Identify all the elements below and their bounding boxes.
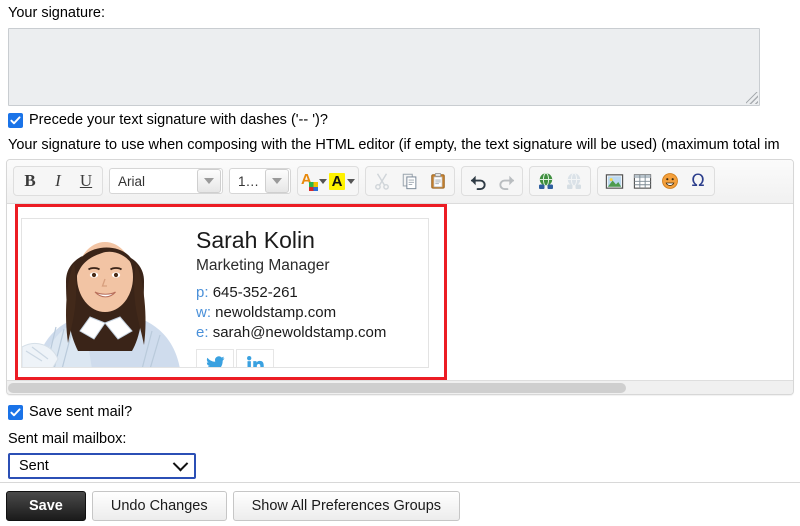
highlight-color-button[interactable]: A bbox=[328, 168, 356, 194]
unlink-icon[interactable] bbox=[561, 168, 587, 194]
save-button[interactable]: Save bbox=[6, 491, 86, 521]
email-key: e: bbox=[196, 324, 209, 341]
font-family-dropdown[interactable]: Arial bbox=[109, 168, 223, 194]
color-swatch-icon-2 bbox=[309, 182, 318, 187]
signature-label: Your signature: bbox=[8, 5, 106, 21]
signature-name: Sarah Kolin bbox=[196, 227, 315, 253]
insert-image-icon[interactable] bbox=[601, 168, 627, 194]
undo-changes-button[interactable]: Undo Changes bbox=[91, 491, 227, 521]
copy-icon[interactable] bbox=[397, 168, 423, 194]
checkbox-checked-icon[interactable] bbox=[8, 112, 23, 128]
insert-table-icon[interactable] bbox=[629, 168, 655, 194]
twitter-icon[interactable] bbox=[196, 349, 234, 367]
html-editor: B I U Arial 1… A A Ω Sarah Kolin Marketi… bbox=[6, 159, 794, 395]
undo-icon[interactable] bbox=[465, 168, 491, 194]
save-sent-mail-checkbox-row[interactable]: Save sent mail? bbox=[0, 395, 800, 424]
chevron-down-icon[interactable] bbox=[319, 178, 327, 184]
editor-toolbar: B I U Arial 1… A A Ω bbox=[7, 160, 793, 204]
linkedin-icon[interactable] bbox=[236, 349, 274, 367]
chevron-down-icon[interactable] bbox=[172, 455, 189, 471]
editor-horizontal-scrollbar[interactable] bbox=[7, 380, 793, 394]
editor-content-area[interactable]: Sarah Kolin Marketing Manager p: 645-352… bbox=[7, 204, 793, 380]
save-sent-mail-label: Save sent mail? bbox=[29, 404, 133, 420]
underline-button[interactable]: U bbox=[73, 168, 99, 194]
signature-details: Sarah Kolin Marketing Manager p: 645-352… bbox=[188, 219, 428, 367]
sent-mailbox-label: Sent mail mailbox: bbox=[8, 431, 127, 447]
signature-social-links bbox=[196, 349, 428, 367]
bold-button[interactable]: B bbox=[17, 168, 43, 194]
toolbar-group-color: A A bbox=[297, 166, 359, 196]
toolbar-group-clipboard bbox=[365, 166, 455, 196]
font-size-value: 1… bbox=[238, 173, 260, 189]
dashes-checkbox-row[interactable]: Precede your text signature with dashes … bbox=[0, 106, 800, 132]
web-key: w: bbox=[196, 304, 211, 321]
form-actions: Save Undo Changes Show All Preferences G… bbox=[0, 482, 800, 526]
toolbar-group-history bbox=[461, 166, 523, 196]
toolbar-group-insert: Ω bbox=[597, 166, 715, 196]
font-family-value: Arial bbox=[118, 173, 146, 189]
phone-value: 645-352-261 bbox=[212, 284, 298, 301]
resize-grip-icon[interactable] bbox=[746, 92, 758, 104]
html-signature-label: Your signature to use when composing wit… bbox=[8, 137, 780, 153]
redo-icon[interactable] bbox=[493, 168, 519, 194]
phone-key: p: bbox=[196, 284, 209, 301]
chevron-down-icon[interactable] bbox=[347, 178, 356, 184]
chevron-down-icon[interactable] bbox=[265, 169, 289, 193]
cut-icon[interactable] bbox=[369, 168, 395, 194]
highlight-glyph: A bbox=[328, 172, 346, 190]
signature-textarea[interactable] bbox=[8, 28, 760, 106]
insert-emoji-icon[interactable] bbox=[657, 168, 683, 194]
toolbar-group-link bbox=[529, 166, 591, 196]
insert-link-icon[interactable] bbox=[533, 168, 559, 194]
italic-button[interactable]: I bbox=[45, 168, 71, 194]
signature-contact-block: p: 645-352-261 w: newoldstamp.com e: sar… bbox=[196, 283, 428, 343]
checkbox-checked-icon[interactable] bbox=[8, 404, 23, 420]
show-all-preferences-button[interactable]: Show All Preferences Groups bbox=[232, 491, 461, 521]
signature-web-line: w: newoldstamp.com bbox=[196, 303, 428, 323]
signature-email-line: e: sarah@newoldstamp.com bbox=[196, 323, 428, 343]
signature-title: Marketing Manager bbox=[196, 257, 330, 274]
font-size-dropdown[interactable]: 1… bbox=[229, 168, 291, 194]
signature-preview-card[interactable]: Sarah Kolin Marketing Manager p: 645-352… bbox=[21, 218, 429, 368]
signature-phone-line: p: 645-352-261 bbox=[196, 283, 428, 303]
sent-mailbox-value: Sent bbox=[19, 458, 49, 474]
scrollbar-thumb[interactable] bbox=[8, 383, 626, 393]
dashes-checkbox-label: Precede your text signature with dashes … bbox=[29, 112, 328, 128]
toolbar-group-format: B I U bbox=[13, 166, 103, 196]
insert-special-character-icon[interactable]: Ω bbox=[685, 168, 711, 194]
signature-photo bbox=[22, 219, 188, 367]
paste-icon[interactable] bbox=[425, 168, 451, 194]
sent-mailbox-select[interactable]: Sent bbox=[8, 453, 196, 479]
web-value: newoldstamp.com bbox=[215, 304, 337, 321]
chevron-down-icon[interactable] bbox=[197, 169, 221, 193]
email-value: sarah@newoldstamp.com bbox=[212, 324, 387, 341]
text-color-button[interactable]: A bbox=[301, 168, 327, 194]
